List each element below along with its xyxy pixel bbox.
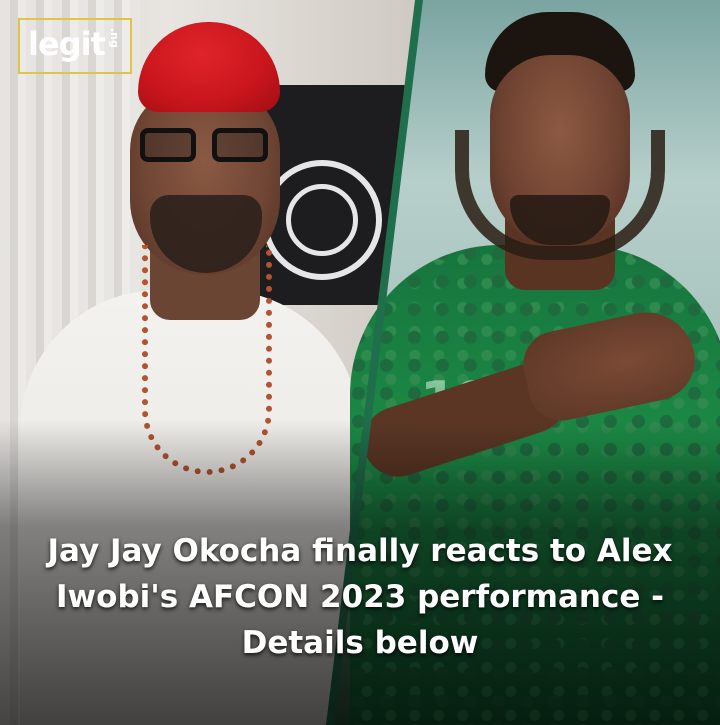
red-cap xyxy=(138,22,280,112)
lens-right xyxy=(212,128,268,162)
headline[interactable]: Jay Jay Okocha finally reacts to Alex Iw… xyxy=(0,528,720,666)
glasses xyxy=(140,128,270,164)
swirl-logo-graphic xyxy=(262,160,382,280)
legit-logo[interactable]: legit .ng xyxy=(18,18,132,74)
logo-wordmark: legit xyxy=(28,25,106,63)
lens-left xyxy=(140,128,196,162)
news-card[interactable]: 18 Jay Jay Okocha finally reacts to Alex… xyxy=(0,0,720,725)
logo-suffix: .ng xyxy=(107,28,121,48)
